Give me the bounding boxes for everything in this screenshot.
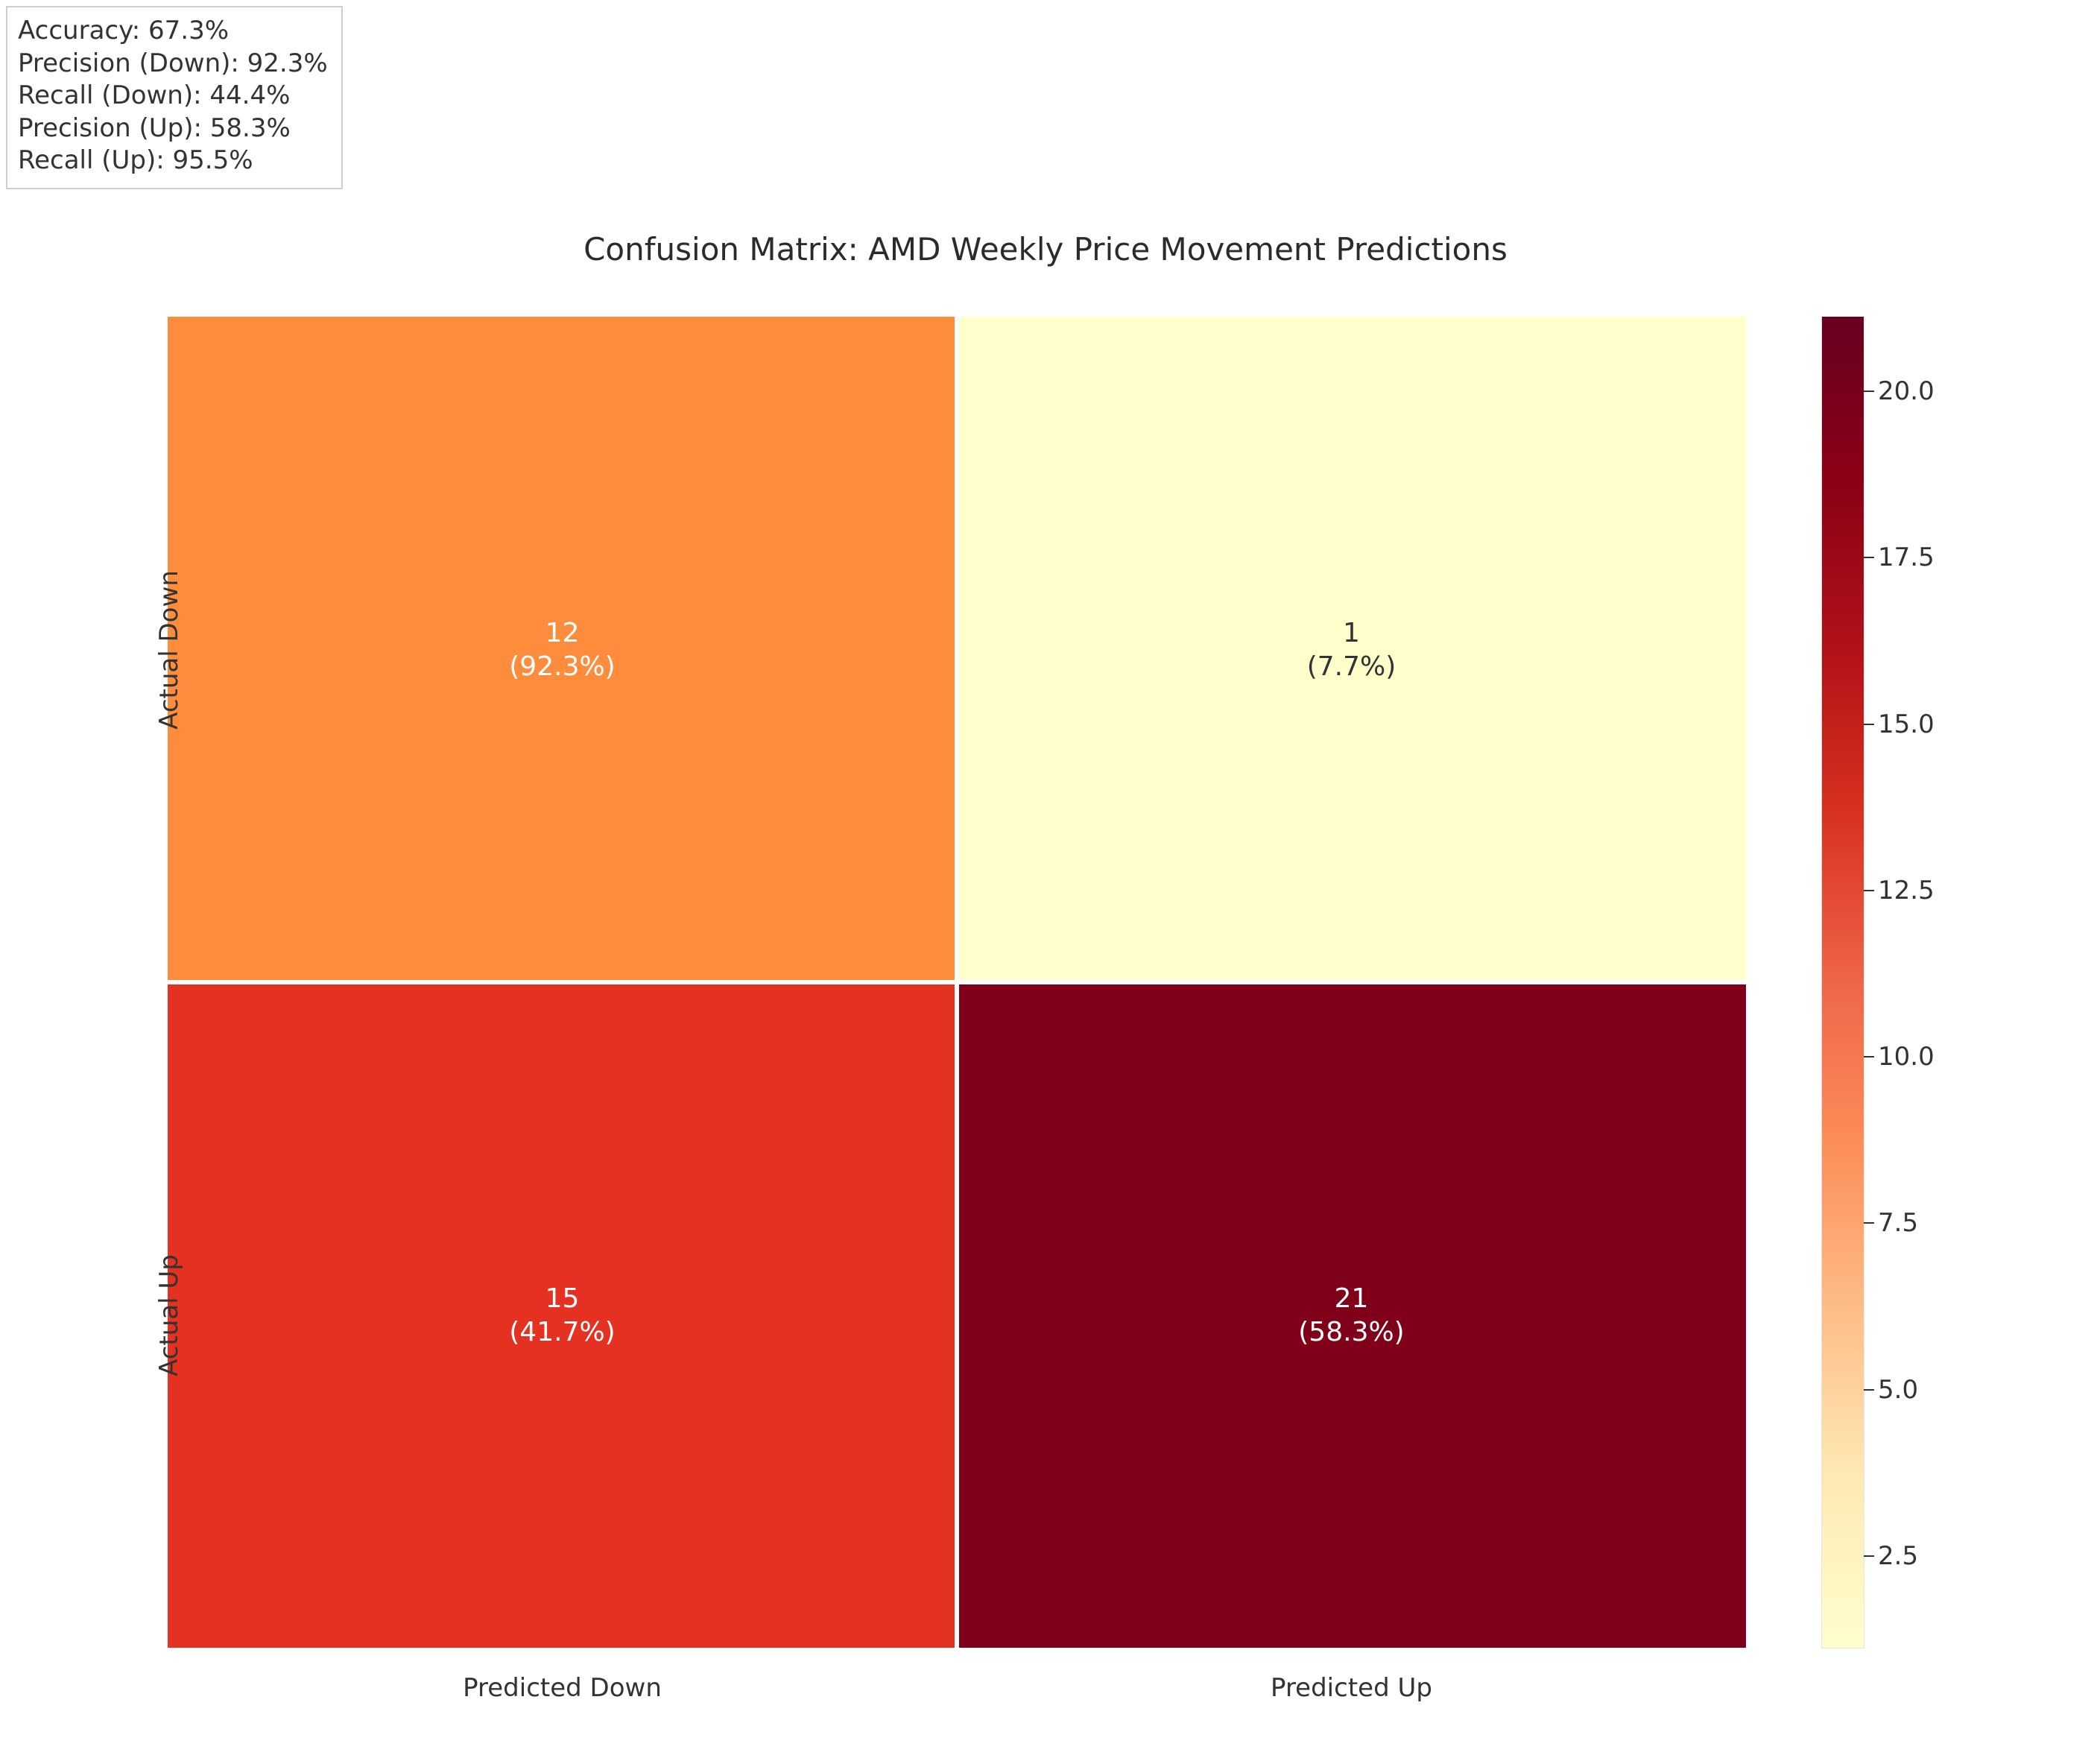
colorbar-tick-label: 2.5 (1878, 1541, 1918, 1571)
x-label-predicted-down: Predicted Down (168, 1673, 957, 1703)
metric-precision-up: Precision (Up): 58.3% (18, 113, 328, 145)
heatmap-col-divider (955, 317, 959, 1648)
colorbar-tick-mark (1864, 1056, 1874, 1058)
cell-actual-up-predicted-down: 15 (41.7%) (168, 982, 957, 1648)
cell-actual-down-predicted-up: 1 (7.7%) (957, 317, 1746, 982)
cell-pct: (41.7%) (509, 1315, 615, 1349)
metric-recall-up: Recall (Up): 95.5% (18, 145, 328, 177)
colorbar-tick-label: 17.5 (1878, 543, 1935, 572)
cell-actual-down-predicted-down: 12 (92.3%) (168, 317, 957, 982)
colorbar-tick-labels: 20.0 17.5 15.0 12.5 10.0 7.5 5.0 2.5 (1878, 317, 1967, 1648)
colorbar-tickmarks (1864, 317, 1874, 1648)
colorbar-tick-mark (1864, 557, 1874, 558)
colorbar-tick-mark (1864, 724, 1874, 725)
colorbar-tick-mark (1864, 1389, 1874, 1391)
y-label-actual-down: Actual Down (89, 317, 249, 982)
chart-title: Confusion Matrix: AMD Weekly Price Movem… (0, 231, 2091, 268)
cell-count: 1 (1343, 616, 1360, 650)
x-label-predicted-up: Predicted Up (957, 1673, 1746, 1703)
colorbar-tick-label: 20.0 (1878, 376, 1935, 406)
cell-pct: (58.3%) (1298, 1315, 1404, 1349)
metric-accuracy: Accuracy: 67.3% (18, 15, 328, 48)
colorbar (1822, 317, 1864, 1648)
colorbar-tick-mark (1864, 391, 1874, 392)
cell-count: 15 (545, 1282, 580, 1315)
colorbar-tick-label: 7.5 (1878, 1208, 1918, 1238)
colorbar-tick-label: 12.5 (1878, 876, 1935, 905)
cell-actual-up-predicted-up: 21 (58.3%) (957, 982, 1746, 1648)
x-axis-labels: Predicted Down Predicted Up (168, 1673, 1746, 1703)
cell-count: 21 (1335, 1282, 1369, 1315)
colorbar-tick-label: 5.0 (1878, 1375, 1918, 1405)
colorbar-tick-label: 10.0 (1878, 1042, 1935, 1072)
colorbar-tick-label: 15.0 (1878, 709, 1935, 739)
metrics-box: Accuracy: 67.3% Precision (Down): 92.3% … (6, 6, 343, 189)
colorbar-tick-mark (1864, 890, 1874, 891)
chart-canvas: Accuracy: 67.3% Precision (Down): 92.3% … (0, 0, 2091, 1764)
colorbar-tick-mark (1864, 1555, 1874, 1557)
y-label-actual-up: Actual Up (89, 982, 249, 1648)
cell-count: 12 (545, 616, 580, 650)
metric-precision-down: Precision (Down): 92.3% (18, 48, 328, 80)
cell-pct: (92.3%) (509, 650, 615, 683)
cell-pct: (7.7%) (1307, 650, 1396, 683)
heatmap: 12 (92.3%) 1 (7.7%) 15 (41.7%) 21 (58.3%… (168, 317, 1746, 1648)
y-axis-labels: Actual Down Actual Up (89, 317, 134, 1648)
metric-recall-down: Recall (Down): 44.4% (18, 80, 328, 113)
colorbar-tick-mark (1864, 1222, 1874, 1224)
